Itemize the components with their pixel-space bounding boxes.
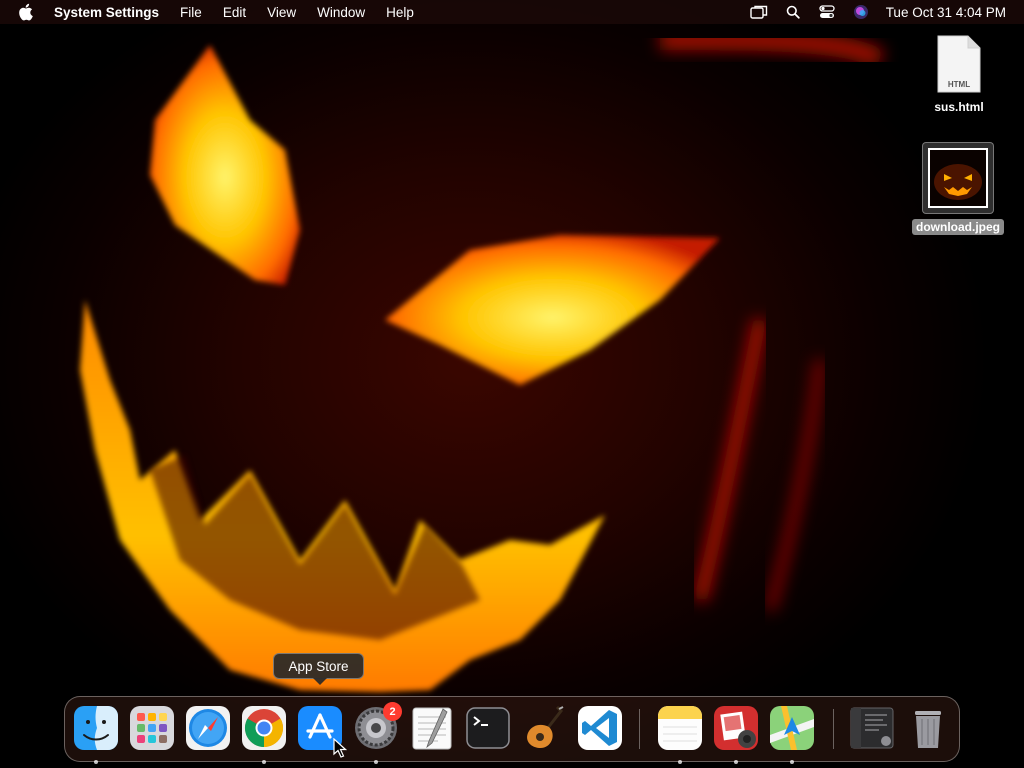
apple-menu-icon[interactable] xyxy=(18,3,34,21)
html-type-label: HTML xyxy=(947,80,971,89)
screen-mirroring-icon[interactable] xyxy=(749,4,768,20)
jack-o-lantern-wallpaper xyxy=(80,30,886,692)
vscode-icon xyxy=(578,706,622,750)
running-indicator xyxy=(262,760,266,764)
file-name-label: download.jpeg xyxy=(912,219,1004,235)
menu-window[interactable]: Window xyxy=(317,5,365,20)
running-indicator xyxy=(678,760,682,764)
dock-system-settings[interactable]: 2 xyxy=(353,702,402,764)
menu-view[interactable]: View xyxy=(267,5,296,20)
menu-bar: System Settings File Edit View Window He… xyxy=(0,0,1024,24)
desktop-file-download-jpeg[interactable]: download.jpeg xyxy=(910,142,1006,235)
menu-help[interactable]: Help xyxy=(386,5,414,20)
image-thumbnail-frame xyxy=(922,142,994,214)
chrome-icon xyxy=(242,706,286,750)
desktop-file-sus-html[interactable]: HTML sus.html xyxy=(926,34,992,114)
mouse-cursor-icon xyxy=(333,737,348,758)
siri-icon[interactable] xyxy=(852,4,870,20)
dock-safari[interactable] xyxy=(185,705,231,751)
launchpad-icon xyxy=(130,706,174,750)
textedit-icon xyxy=(412,707,452,750)
trash-icon xyxy=(915,711,941,748)
dock-garageband[interactable] xyxy=(521,705,567,751)
dock-finder[interactable] xyxy=(73,705,119,764)
dock-recent-document[interactable] xyxy=(849,705,895,751)
running-indicator xyxy=(734,760,738,764)
desktop-wallpaper xyxy=(0,0,1024,768)
dock-separator xyxy=(639,709,640,749)
dock-textedit[interactable] xyxy=(409,705,455,751)
notes-icon xyxy=(658,706,702,750)
dock-photo-booth[interactable] xyxy=(713,705,759,764)
control-center-icon[interactable] xyxy=(818,4,836,20)
menu-edit[interactable]: Edit xyxy=(223,5,246,20)
guitar-icon xyxy=(527,705,564,749)
safari-compass-icon xyxy=(186,706,230,750)
dock-separator xyxy=(833,709,834,749)
running-indicator xyxy=(790,760,794,764)
dock: 2 xyxy=(64,696,960,764)
dock-chrome[interactable] xyxy=(241,705,287,764)
file-name-label: sus.html xyxy=(934,100,984,114)
dock-maps[interactable] xyxy=(769,705,815,764)
photo-booth-icon xyxy=(714,706,758,750)
html-document-icon: HTML xyxy=(936,34,982,94)
menu-app-name[interactable]: System Settings xyxy=(54,5,159,20)
notification-badge: 2 xyxy=(383,702,402,721)
dock-trash[interactable] xyxy=(905,705,951,751)
spotlight-search-icon[interactable] xyxy=(784,4,802,20)
dock-tooltip: App Store xyxy=(273,653,364,685)
running-indicator xyxy=(94,760,98,764)
terminal-icon xyxy=(466,707,510,749)
pumpkin-thumbnail-icon xyxy=(928,148,988,208)
menu-bar-clock[interactable]: Tue Oct 31 4:04 PM xyxy=(886,5,1006,20)
maps-icon xyxy=(770,706,814,750)
document-preview-icon xyxy=(850,707,894,749)
dock-terminal[interactable] xyxy=(465,705,511,751)
menu-file[interactable]: File xyxy=(180,5,202,20)
running-indicator xyxy=(374,760,378,764)
finder-icon xyxy=(74,706,118,750)
dock-launchpad[interactable] xyxy=(129,705,175,751)
dock-notes[interactable] xyxy=(657,705,703,764)
dock-vscode[interactable] xyxy=(577,705,623,751)
